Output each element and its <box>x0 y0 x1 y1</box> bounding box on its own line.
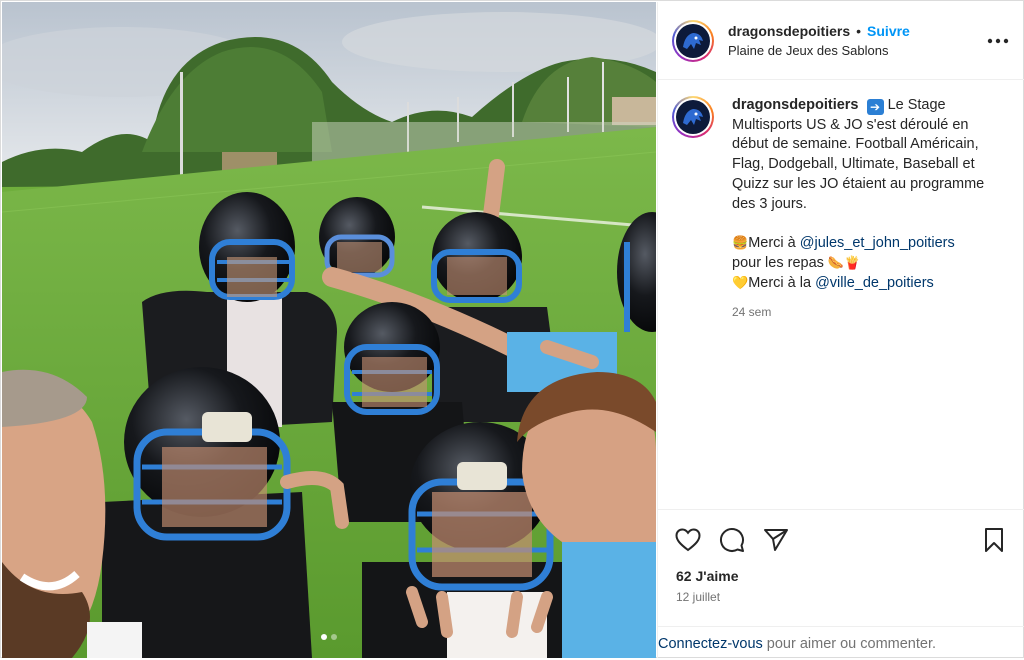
post-photo[interactable] <box>2 2 656 658</box>
dragon-logo-icon <box>676 100 710 134</box>
author-username[interactable]: dragonsdepoitiers <box>728 22 850 40</box>
caption-username[interactable]: dragonsdepoitiers <box>732 97 859 113</box>
fries-emoji-icon: 🍟 <box>844 255 861 271</box>
burger-emoji-icon: 🍔 <box>732 236 749 252</box>
thanks-2-prefix: Merci à la <box>748 274 812 291</box>
caption-author-avatar[interactable] <box>672 96 714 138</box>
login-link[interactable]: Connectez-vous <box>658 636 763 652</box>
post-side-panel: dragonsdepoitiers • Suivre Plaine de Jeu… <box>657 2 1024 658</box>
dragon-logo-icon <box>676 23 710 58</box>
heart-icon[interactable] <box>674 526 702 554</box>
bookmark-icon[interactable] <box>980 526 1008 554</box>
comment-icon[interactable] <box>718 526 746 554</box>
likes-count[interactable]: 62 J'aime <box>658 556 1024 584</box>
thanks-1-prefix: Merci à <box>748 235 796 252</box>
author-avatar[interactable] <box>672 19 714 62</box>
team-selfie-photo <box>2 2 656 658</box>
separator-dot: • <box>856 22 862 39</box>
login-prompt-text: pour aimer ou commenter. <box>766 635 937 652</box>
arrow-right-emoji-icon: ➔ <box>866 99 884 115</box>
post-header: dragonsdepoitiers • Suivre Plaine de Jeu… <box>658 2 1024 80</box>
caption-area: dragonsdepoitiers ➔ Le Stage Multisports… <box>658 80 1024 510</box>
mention-link-1[interactable]: @jules_et_john_poitiers <box>800 235 955 251</box>
carousel-dot-active <box>321 634 327 640</box>
thanks-1-suffix: pour les repas <box>732 254 824 271</box>
hotdog-emoji-icon: 🌭 <box>827 255 845 271</box>
mention-link-2[interactable]: @ville_de_poitiers <box>815 275 934 291</box>
post-location[interactable]: Plaine de Jeux des Sablons <box>728 42 986 60</box>
caption-text: dragonsdepoitiers ➔ Le Stage Multisports… <box>732 96 994 510</box>
instagram-post-embed: dragonsdepoitiers • Suivre Plaine de Jeu… <box>0 0 1024 658</box>
yellow-heart-emoji-icon: 💛 <box>732 275 749 291</box>
caption-main-text: Le Stage Multisports US & JO s'est dérou… <box>732 97 985 212</box>
post-date[interactable]: 12 juillet <box>658 584 1024 604</box>
post-actions: 62 J'aime 12 juillet Connectez-vous pour… <box>658 509 1024 659</box>
post-time-ago[interactable]: 24 sem <box>732 303 994 323</box>
paper-plane-icon[interactable] <box>762 526 790 554</box>
carousel-indicator <box>2 634 656 640</box>
more-options-icon[interactable] <box>986 29 1010 53</box>
login-prompt: Connectez-vous pour aimer ou commenter. <box>658 626 1024 660</box>
carousel-dot <box>331 634 337 640</box>
follow-button[interactable]: Suivre <box>867 22 910 40</box>
